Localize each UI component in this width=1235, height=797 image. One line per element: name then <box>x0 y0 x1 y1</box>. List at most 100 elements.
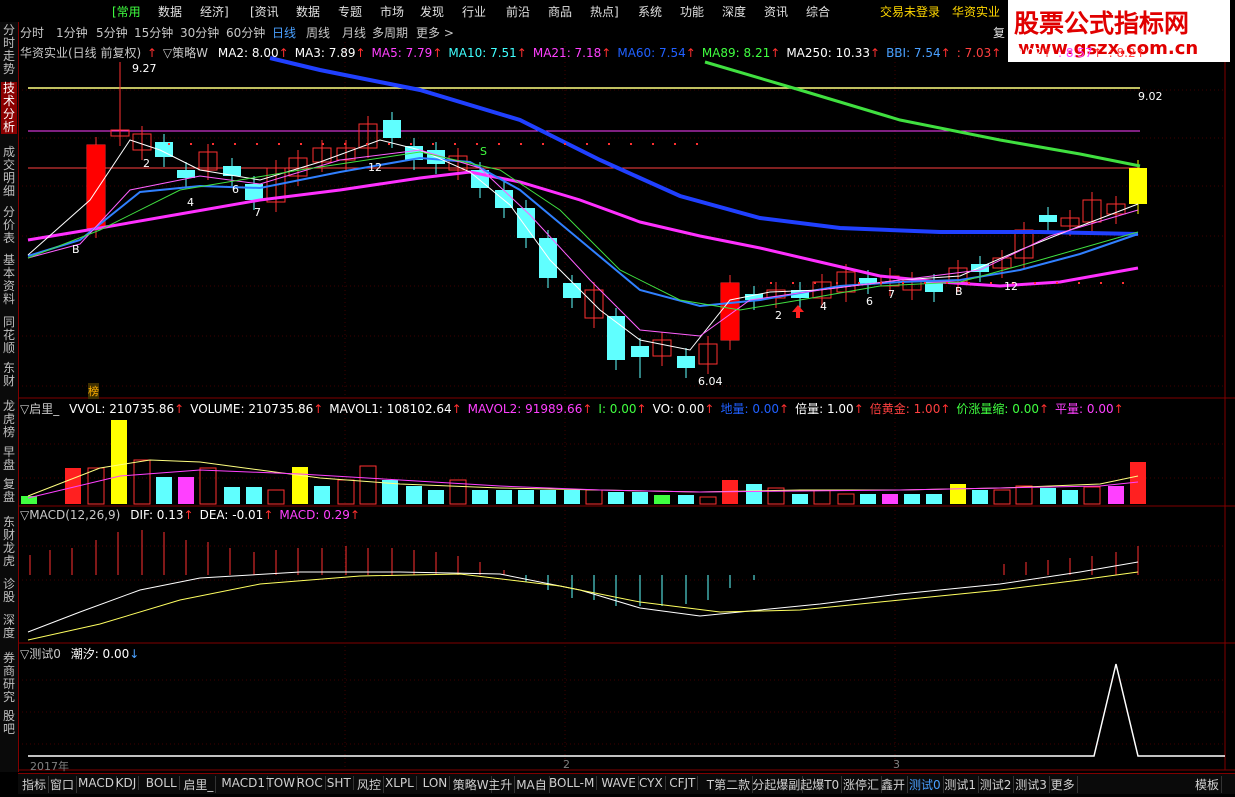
test-title[interactable]: ▽测试0 <box>20 647 61 661</box>
period-tab-2[interactable]: 5分钟 <box>96 24 128 41</box>
period-tab-10[interactable]: 更多 > <box>416 24 454 41</box>
indicator-tab-6[interactable]: MACD1 <box>219 776 268 790</box>
indicator-tab-4[interactable]: BOLL <box>144 776 180 790</box>
period-tab-7[interactable]: 周线 <box>306 24 330 41</box>
indicator-tab-27[interactable]: 测试2 <box>978 776 1015 793</box>
test-indicator-line <box>28 663 1225 757</box>
indicator-tab-18[interactable]: CYX <box>637 776 666 790</box>
menu-item-3[interactable]: [资讯 <box>250 3 279 20</box>
vol-legend-item-10: 平量: 0.00 <box>1055 402 1114 416</box>
menu-item-5[interactable]: 专题 <box>338 3 362 20</box>
indicator-tab-16[interactable]: BOLL-M <box>547 776 598 790</box>
menu-item-15[interactable]: 资讯 <box>764 3 788 20</box>
indicator-tab-17[interactable]: WAVE <box>599 776 639 790</box>
indicator-tab-29[interactable]: 更多 <box>1049 776 1078 793</box>
menu-item-10[interactable]: 商品 <box>548 3 572 20</box>
indicator-tab-10[interactable]: 风控 <box>355 776 385 793</box>
stock-name: 华资实业 <box>952 5 1001 19</box>
period-tab-6[interactable]: 日线 <box>272 24 296 41</box>
menu-item-1[interactable]: 数据 <box>158 3 182 20</box>
period-tab-3[interactable]: 15分钟 <box>134 24 173 41</box>
up-arrow-icon: ↑ <box>263 508 274 522</box>
bang-badge[interactable]: 榜 <box>88 383 99 399</box>
period-tab-5[interactable]: 60分钟 <box>226 24 265 41</box>
indicator-tab-25[interactable]: 测试0 <box>907 776 944 793</box>
indicator-tab-21[interactable]: 分起爆副 <box>750 776 804 793</box>
left-nav-item-14[interactable]: 股吧 <box>1 710 17 736</box>
left-nav-item-8[interactable]: 早盘 <box>1 446 17 472</box>
left-nav-item-10[interactable]: 东财龙虎 <box>1 516 17 568</box>
left-nav-item-13[interactable]: 券商研究 <box>1 652 17 704</box>
menu-item-8[interactable]: 行业 <box>462 3 486 20</box>
macd-title[interactable]: ▽MACD(12,26,9) <box>20 508 120 522</box>
login-status[interactable]: 交易未登录 <box>880 3 940 20</box>
indicator-tab-20[interactable]: T第二款 <box>705 776 754 793</box>
indicator-tab-26[interactable]: 测试1 <box>942 776 980 793</box>
menu-item-13[interactable]: 功能 <box>680 3 704 20</box>
menu-item-11[interactable]: 热点] <box>590 3 619 20</box>
left-nav-item-3[interactable]: 分价表 <box>1 206 17 245</box>
up-arrow-icon: ↑ <box>278 46 289 60</box>
chart-title[interactable]: 华资实业(日线 前复权) <box>20 46 141 60</box>
left-nav-item-2[interactable]: 成交明细 <box>1 146 17 198</box>
indicator-tab-7[interactable]: TOW <box>264 776 299 790</box>
indicator-tab-23[interactable]: 涨停汇 <box>841 776 883 793</box>
indicator-tab-8[interactable]: ROC <box>295 776 326 790</box>
menu-item-16[interactable]: 综合 <box>806 3 830 20</box>
menu-item-0[interactable]: [常用 <box>112 3 141 20</box>
menu-item-2[interactable]: 经济] <box>200 3 229 20</box>
strategy-label[interactable]: ▽策略W <box>163 46 208 60</box>
vol-legend-item-8: 倍黄金: 1.00 <box>869 402 941 416</box>
x-axis-month-3: 3 <box>893 758 900 771</box>
up-arrow-icon: ↑ <box>313 402 324 416</box>
indicator-tab-9[interactable]: SHT <box>325 776 354 790</box>
menu-item-6[interactable]: 市场 <box>380 3 404 20</box>
left-nav-item-7[interactable]: 龙虎榜 <box>1 400 17 439</box>
indicator-tab-15[interactable]: MA自 <box>514 776 550 793</box>
tide-value: 潮汐: 0.00 <box>70 647 130 661</box>
menu-item-7[interactable]: 发现 <box>420 3 444 20</box>
left-nav-item-1[interactable]: 技术分析 <box>1 82 17 134</box>
indicator-tab-12[interactable]: LON <box>421 776 451 790</box>
menu-item-4[interactable]: 数据 <box>296 3 320 20</box>
signal-letter-mark: B <box>72 243 80 256</box>
indicator-tab-2[interactable]: MACD <box>76 776 117 790</box>
left-nav-item-12[interactable]: 深度 <box>1 614 17 640</box>
left-nav-item-0[interactable]: 分时走势 <box>1 24 17 76</box>
signal-letter-mark: S <box>480 145 487 158</box>
menu-item-12[interactable]: 系统 <box>638 3 662 20</box>
indicator-tab-22[interactable]: 起爆T0 <box>798 776 843 793</box>
menu-item-14[interactable]: 深度 <box>722 3 746 20</box>
indicator-tab-19[interactable]: CFJT <box>667 776 699 790</box>
left-nav: 分时走势技术分析成交明细分价表基本资料同花顺东财龙虎榜早盘复盘东财龙虎诊股深度券… <box>0 22 19 772</box>
indicator-tab-0[interactable]: 指标 <box>20 776 50 793</box>
left-nav-item-4[interactable]: 基本资料 <box>1 254 17 306</box>
vol-legend-item-0: VVOL: 210735.86 <box>69 402 175 416</box>
period-tab-0[interactable]: 分时 <box>20 24 44 41</box>
test-legend: ▽测试0 潮汐: 0.00↓ <box>20 645 145 662</box>
indicator-tab-11[interactable]: XLPL <box>383 776 417 790</box>
period-tab-8[interactable]: 月线 <box>342 24 366 41</box>
indicator-tab-28[interactable]: 测试3 <box>1013 776 1050 793</box>
left-nav-item-6[interactable]: 东财 <box>1 362 17 388</box>
indicator-tab-5[interactable]: 启里_ <box>181 776 217 793</box>
volume-title[interactable]: ▽启里_ <box>20 402 59 416</box>
left-nav-item-9[interactable]: 复盘 <box>1 478 17 504</box>
period-tab-4[interactable]: 30分钟 <box>180 24 219 41</box>
ma-legend-item-10: : 9.02 <box>1007 46 1042 60</box>
left-nav-item-5[interactable]: 同花顺 <box>1 316 17 355</box>
menu-item-9[interactable]: 前沿 <box>506 3 530 20</box>
period-tab-1[interactable]: 1分钟 <box>56 24 88 41</box>
x-axis-year: 2017年 <box>30 760 69 773</box>
indicator-tab-14[interactable]: 主升 <box>486 776 516 793</box>
period-tab-9[interactable]: 多周期 <box>372 24 408 41</box>
indicator-tab-1[interactable]: 窗口 <box>48 776 78 793</box>
up-arrow-icon: ↑ <box>582 402 593 416</box>
moving-average-lines <box>27 56 1141 351</box>
left-nav-item-11[interactable]: 诊股 <box>1 578 17 604</box>
indicator-tab-3[interactable]: KDJ <box>114 776 140 790</box>
up-arrow-icon: ↑ <box>636 402 647 416</box>
indicator-tab-24[interactable]: 鑫开 <box>879 776 909 793</box>
indicator-tab-30[interactable]: 模板 <box>1193 776 1223 793</box>
volume-legend: ▽启里_ VVOL: 210735.86↑ VOLUME: 210735.86↑ M… <box>20 400 1136 417</box>
